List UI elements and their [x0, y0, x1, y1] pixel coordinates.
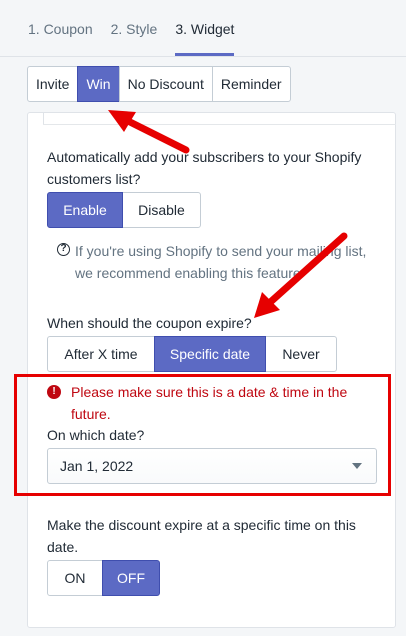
never-button[interactable]: Never [265, 336, 337, 372]
subtab-no-discount[interactable]: No Discount [118, 66, 213, 102]
date-error-message: Please make sure this is a date & time i… [71, 381, 371, 425]
subtab-reminder[interactable]: Reminder [211, 66, 291, 102]
expiry-options-group: After X time Specific date Never [47, 336, 337, 372]
alert-circle-icon: ! [47, 385, 61, 399]
date-select[interactable]: Jan 1, 2022 [47, 448, 377, 484]
subtab-invite[interactable]: Invite [27, 66, 79, 102]
shopify-help-line2: we recommend enabling this feature [75, 265, 301, 281]
date-error-line2: future. [71, 406, 111, 422]
expiry-question: When should the coupon expire? [47, 315, 252, 331]
after-x-time-button[interactable]: After X time [47, 336, 155, 372]
time-question-line1: Make the discount expire at a specific t… [47, 517, 356, 533]
date-label: On which date? [47, 427, 145, 443]
time-on-button[interactable]: ON [47, 560, 103, 596]
enable-button[interactable]: Enable [47, 192, 123, 228]
caret-down-icon [352, 463, 362, 469]
disable-button[interactable]: Disable [122, 192, 201, 228]
top-tabs: 1. Coupon 2. Style 3. Widget [0, 0, 406, 56]
card-section-divider [43, 124, 396, 125]
tabs-divider [0, 56, 406, 57]
time-toggle-group: ON OFF [47, 560, 160, 596]
time-question-line2: date. [47, 539, 79, 555]
shopify-toggle-group: Enable Disable [47, 192, 201, 228]
shopify-question-line1: Automatically add your subscribers to yo… [47, 149, 362, 165]
tab-coupon[interactable]: 1. Coupon [28, 0, 93, 56]
widget-subtabs: Invite Win No Discount Reminder [27, 66, 291, 102]
date-error-line1: Please make sure this is a date & time i… [71, 384, 348, 400]
time-off-button[interactable]: OFF [102, 560, 160, 596]
shopify-help-line1: If you're using Shopify to send your mai… [75, 243, 367, 259]
specific-date-button[interactable]: Specific date [154, 336, 266, 372]
tab-widget[interactable]: 3. Widget [175, 0, 235, 56]
subtab-win[interactable]: Win [77, 66, 120, 102]
shopify-question-line2: customers list? [47, 171, 141, 187]
tab-style[interactable]: 2. Style [111, 0, 158, 56]
question-circle-icon: ? [57, 243, 70, 256]
